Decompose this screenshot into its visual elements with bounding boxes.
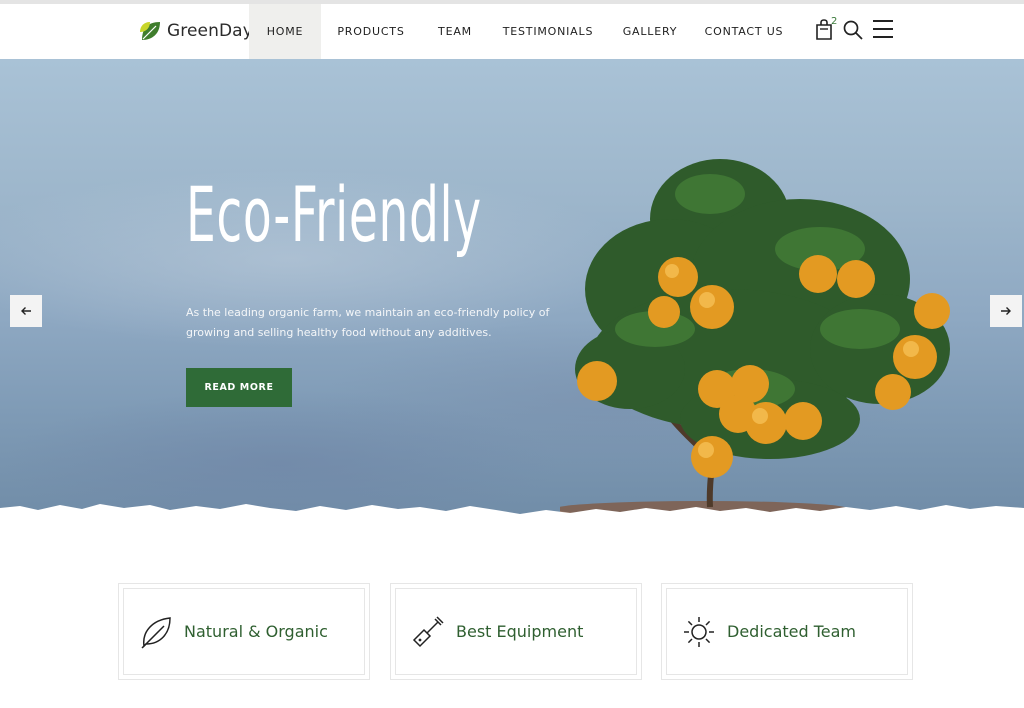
potted-orange-tree-image [560,159,950,529]
hero-title: Eco-Friendly [186,170,482,259]
feature-card[interactable]: Natural & Organic [118,583,370,680]
feature-card-inner: Natural & Organic [123,588,365,675]
nav-home[interactable]: HOME [249,4,321,59]
leaf-logo-icon [140,22,160,40]
feature-card-inner: Best Equipment [395,588,637,675]
feature-label: Natural & Organic [184,622,328,641]
hero-slider: Eco-Friendly As the leading organic farm… [0,59,1024,529]
read-more-button[interactable]: READ MORE [186,368,292,407]
main-nav: HOME PRODUCTS TEAM TESTIMONIALS GALLERY … [249,4,795,59]
feature-card-inner: Dedicated Team [666,588,908,675]
nav-team[interactable]: TEAM [421,4,489,59]
feature-card[interactable]: Dedicated Team [661,583,913,680]
sun-icon [684,616,714,647]
brand-name: GreenDay [167,21,253,41]
arrow-right-icon [1001,307,1011,315]
nav-products[interactable]: PRODUCTS [321,4,421,59]
feature-card[interactable]: Best Equipment [390,583,642,680]
shovel-icon [412,615,444,647]
feature-label: Best Equipment [456,622,584,641]
torn-paper-edge [0,504,1024,536]
feature-label: Dedicated Team [727,622,857,641]
nav-testimonials[interactable]: TESTIMONIALS [489,4,607,59]
logo[interactable]: GreenDay [138,16,253,46]
site-header: GreenDay HOME PRODUCTS TEAM TESTIMONIALS… [0,4,1024,59]
hero-description: As the leading organic farm, we maintain… [186,303,566,343]
nav-contact-us[interactable]: CONTACT US [693,4,795,59]
hamburger-menu-icon[interactable] [872,19,894,39]
features-row: Natural & Organic Best Equipment Dedicat… [118,583,914,680]
nav-gallery[interactable]: GALLERY [607,4,693,59]
search-icon[interactable] [842,19,864,41]
slider-prev-button[interactable] [10,295,42,327]
leaf-icon [141,616,171,649]
hero-description-line: As the leading organic farm, we maintain… [186,306,550,319]
slider-next-button[interactable] [990,295,1022,327]
arrow-left-icon [21,307,31,315]
cart-count-badge: 2 [831,16,838,27]
hero-description-line: growing and selling healthy food without… [186,326,492,339]
